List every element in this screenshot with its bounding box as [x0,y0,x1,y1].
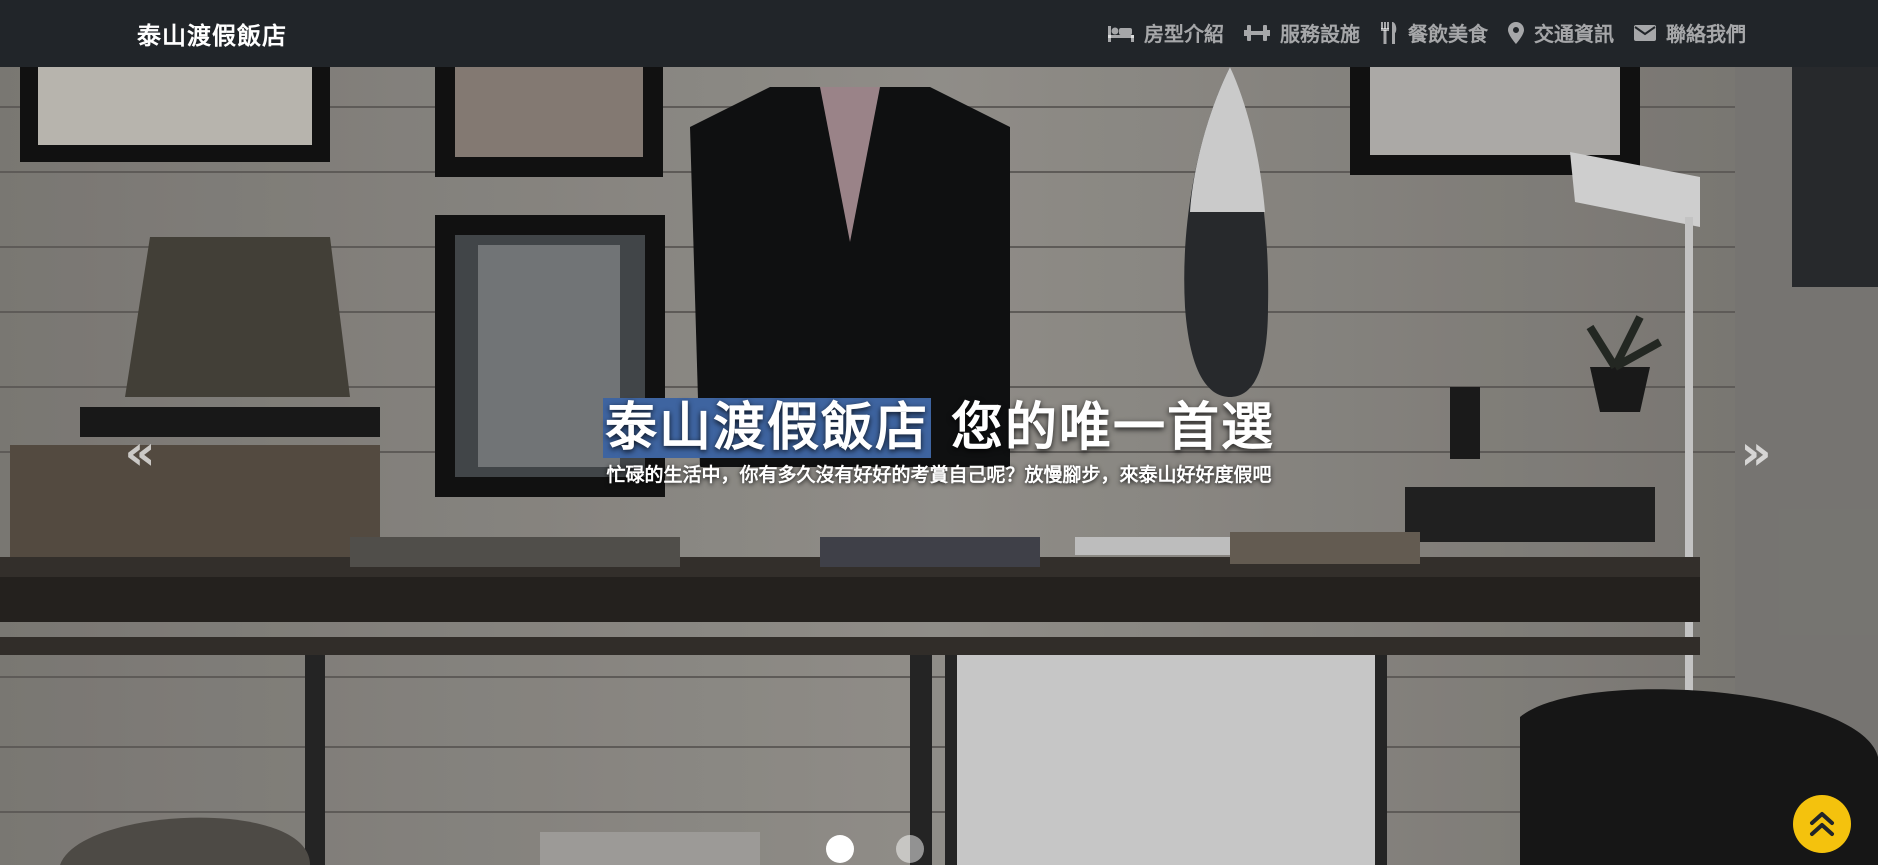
dumbbell-icon [1244,24,1270,41]
double-chevron-up-icon [1810,812,1834,836]
nav-item-dining[interactable]: 餐飲美食 [1380,18,1488,47]
nav-item-rooms[interactable]: 房型介紹 [1108,18,1224,47]
nav-menu: 房型介紹 服務設施 餐飲美食 交通資訊 聯絡我們 [1108,18,1746,47]
utensils-icon [1381,21,1397,44]
carousel-indicators [826,835,924,863]
hero-title-highlight: 泰山渡假飯店 [602,398,931,458]
nav-item-traffic[interactable]: 交通資訊 [1508,18,1614,47]
hero-carousel: 泰山渡假飯店 您的唯一首選 忙碌的生活中，你有多久沒有好好的考賞自己呢？放慢腳步… [0,67,1878,865]
nav-item-facilities[interactable]: 服務設施 [1244,18,1360,47]
nav-label: 服務設施 [1280,22,1360,46]
nav-item-contact[interactable]: 聯絡我們 [1634,18,1746,47]
map-marker-icon [1508,21,1524,44]
back-to-top-button[interactable] [1793,795,1851,853]
nav-label: 房型介紹 [1144,22,1224,46]
double-chevron-left-icon: « [124,425,156,481]
double-chevron-right-icon: » [1740,425,1772,481]
hero-title-rest: 您的唯一首選 [930,398,1276,458]
carousel-indicator-1[interactable] [826,835,854,863]
hero-title: 泰山渡假飯店 您的唯一首選 [0,385,1878,460]
carousel-next-button[interactable]: » [1726,423,1786,483]
brand-logo[interactable]: 泰山渡假飯店 [137,16,287,51]
carousel-indicator-2[interactable] [896,835,924,863]
nav-label: 交通資訊 [1534,22,1614,46]
nav-label: 餐飲美食 [1408,22,1488,46]
navbar: 泰山渡假飯店 房型介紹 服務設施 餐飲美食 交通資訊 聯絡我們 [0,0,1878,67]
envelope-icon [1634,24,1656,41]
bed-icon [1108,25,1134,42]
nav-label: 聯絡我們 [1666,22,1746,46]
carousel-prev-button[interactable]: « [110,423,170,483]
hero-subtitle: 忙碌的生活中，你有多久沒有好好的考賞自己呢？放慢腳步，來泰山好好度假吧 [606,464,1272,486]
